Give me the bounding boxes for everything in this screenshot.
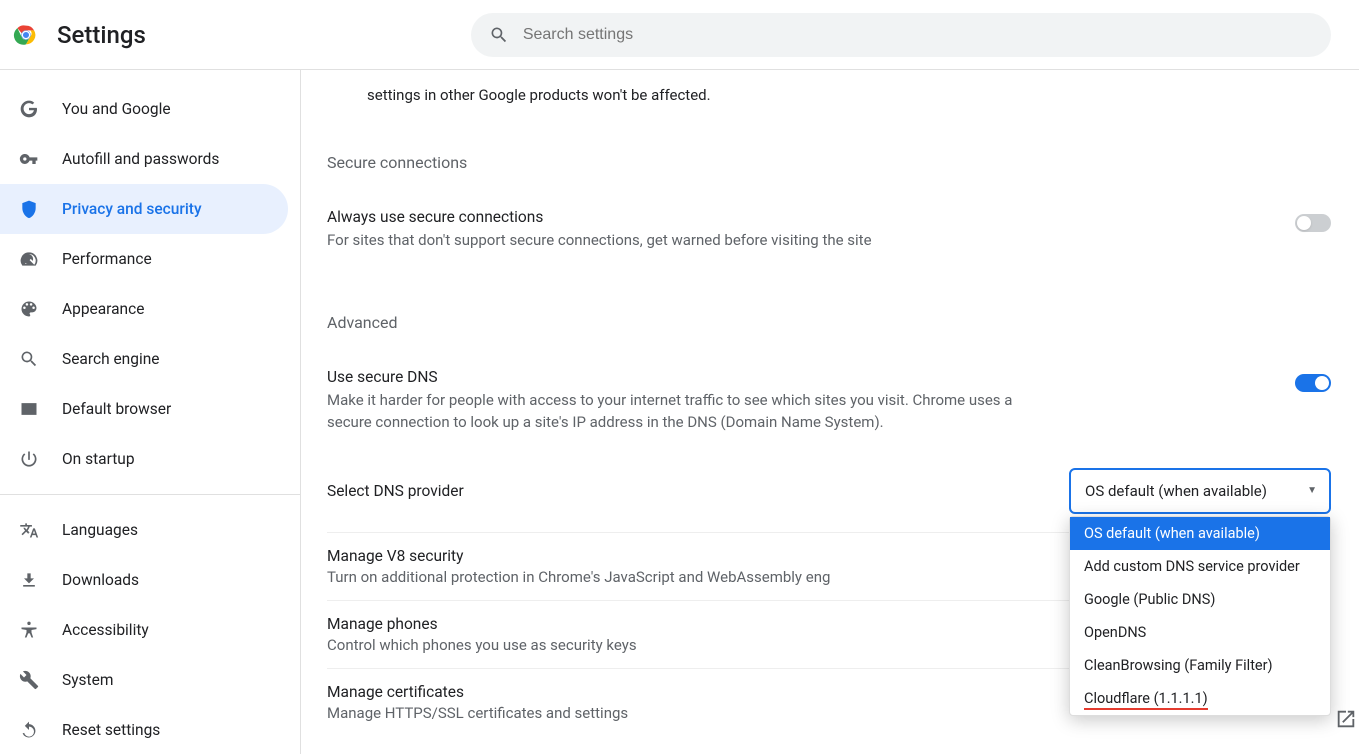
sidebar: You and Google Autofill and passwords Pr… [0, 70, 300, 754]
sidebar-item-label: You and Google [62, 100, 171, 118]
sidebar-item-label: Accessibility [62, 621, 149, 639]
dns-option-cleanbrowsing[interactable]: CleanBrowsing (Family Filter) [1070, 649, 1330, 682]
dns-option-opendns[interactable]: OpenDNS [1070, 616, 1330, 649]
sidebar-item-default-browser[interactable]: Default browser [0, 384, 288, 434]
google-g-icon [18, 98, 40, 120]
sidebar-item-label: Languages [62, 521, 138, 539]
download-icon [18, 569, 40, 591]
toggle-always-secure[interactable] [1295, 214, 1331, 232]
dns-option-os-default[interactable]: OS default (when available) [1070, 517, 1330, 550]
sidebar-item-label: Reset settings [62, 721, 160, 739]
sidebar-item-label: Autofill and passwords [62, 150, 219, 168]
dns-option-google[interactable]: Google (Public DNS) [1070, 583, 1330, 616]
sidebar-item-downloads[interactable]: Downloads [0, 555, 288, 605]
main-content: settings in other Google products won't … [300, 70, 1359, 754]
dns-option-cloudflare-text: Cloudflare (1.1.1.1) [1084, 690, 1208, 710]
chrome-logo-icon [12, 21, 40, 49]
sidebar-item-label: System [62, 671, 113, 689]
dns-provider-dropdown: OS default (when available) Add custom D… [1069, 516, 1331, 716]
sidebar-item-label: Appearance [62, 300, 144, 318]
sidebar-item-system[interactable]: System [0, 655, 288, 705]
key-icon [18, 148, 40, 170]
sidebar-item-accessibility[interactable]: Accessibility [0, 605, 288, 655]
dns-provider-select[interactable]: OS default (when available) ▼ OS default… [1069, 468, 1331, 514]
open-external-icon[interactable] [1335, 708, 1359, 732]
setting-title: Use secure DNS [327, 368, 1057, 386]
shield-icon [18, 198, 40, 220]
dns-provider-label: Select DNS provider [327, 482, 464, 500]
sidebar-divider [0, 494, 300, 495]
sidebar-item-on-startup[interactable]: On startup [0, 434, 288, 484]
toggle-secure-dns[interactable] [1295, 374, 1331, 392]
search-settings[interactable] [471, 13, 1331, 57]
dns-option-cloudflare[interactable]: Cloudflare (1.1.1.1) [1070, 682, 1330, 715]
sidebar-item-label: Search engine [62, 350, 160, 368]
sidebar-item-search-engine[interactable]: Search engine [0, 334, 288, 384]
sidebar-item-appearance[interactable]: Appearance [0, 284, 288, 334]
setting-desc: Make it harder for people with access to… [327, 390, 1057, 434]
dropdown-arrow-icon: ▼ [1307, 485, 1317, 496]
dns-option-custom[interactable]: Add custom DNS service provider [1070, 550, 1330, 583]
sidebar-item-label: On startup [62, 450, 135, 468]
sidebar-item-reset[interactable]: Reset settings [0, 705, 288, 755]
row-select-dns-provider: Select DNS provider OS default (when ava… [327, 450, 1331, 533]
setting-desc: For sites that don't support secure conn… [327, 230, 872, 252]
section-secure-connections: Secure connections [327, 153, 1331, 172]
power-icon [18, 448, 40, 470]
sidebar-item-autofill[interactable]: Autofill and passwords [0, 134, 288, 184]
speedometer-icon [18, 248, 40, 270]
browser-icon [18, 398, 40, 420]
search-icon [489, 25, 509, 45]
reset-icon [18, 719, 40, 741]
setting-always-secure: Always use secure connections For sites … [327, 192, 1331, 268]
sidebar-item-languages[interactable]: Languages [0, 505, 288, 555]
sidebar-item-you-and-google[interactable]: You and Google [0, 84, 288, 134]
sidebar-item-performance[interactable]: Performance [0, 234, 288, 284]
sidebar-item-label: Privacy and security [62, 200, 202, 218]
translate-icon [18, 519, 40, 541]
sidebar-item-label: Default browser [62, 400, 171, 418]
palette-icon [18, 298, 40, 320]
accessibility-icon [18, 619, 40, 641]
sidebar-item-privacy-security[interactable]: Privacy and security [0, 184, 288, 234]
search-icon [18, 348, 40, 370]
setting-title: Always use secure connections [327, 208, 872, 226]
setting-use-secure-dns: Use secure DNS Make it harder for people… [327, 352, 1331, 450]
partial-setting-desc: settings in other Google products won't … [327, 70, 1331, 107]
header: Settings [0, 0, 1359, 70]
sidebar-item-label: Downloads [62, 571, 139, 589]
section-advanced: Advanced [327, 313, 1331, 332]
sidebar-item-label: Performance [62, 250, 152, 268]
search-input[interactable] [523, 26, 1313, 44]
dns-selected-value: OS default (when available) [1085, 482, 1267, 500]
page-title: Settings [57, 21, 146, 49]
system-icon [18, 669, 40, 691]
